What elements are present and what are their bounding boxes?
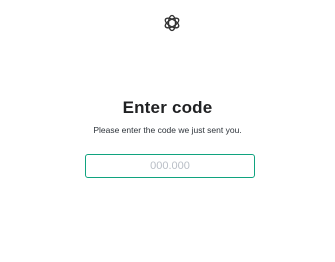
- instruction-text: Please enter the code we just sent you.: [93, 125, 242, 135]
- openai-logo-icon: [162, 13, 182, 33]
- verification-page: Enter code Please enter the code we just…: [0, 0, 335, 262]
- verification-code-input[interactable]: [85, 154, 255, 178]
- page-title: Enter code: [122, 98, 213, 117]
